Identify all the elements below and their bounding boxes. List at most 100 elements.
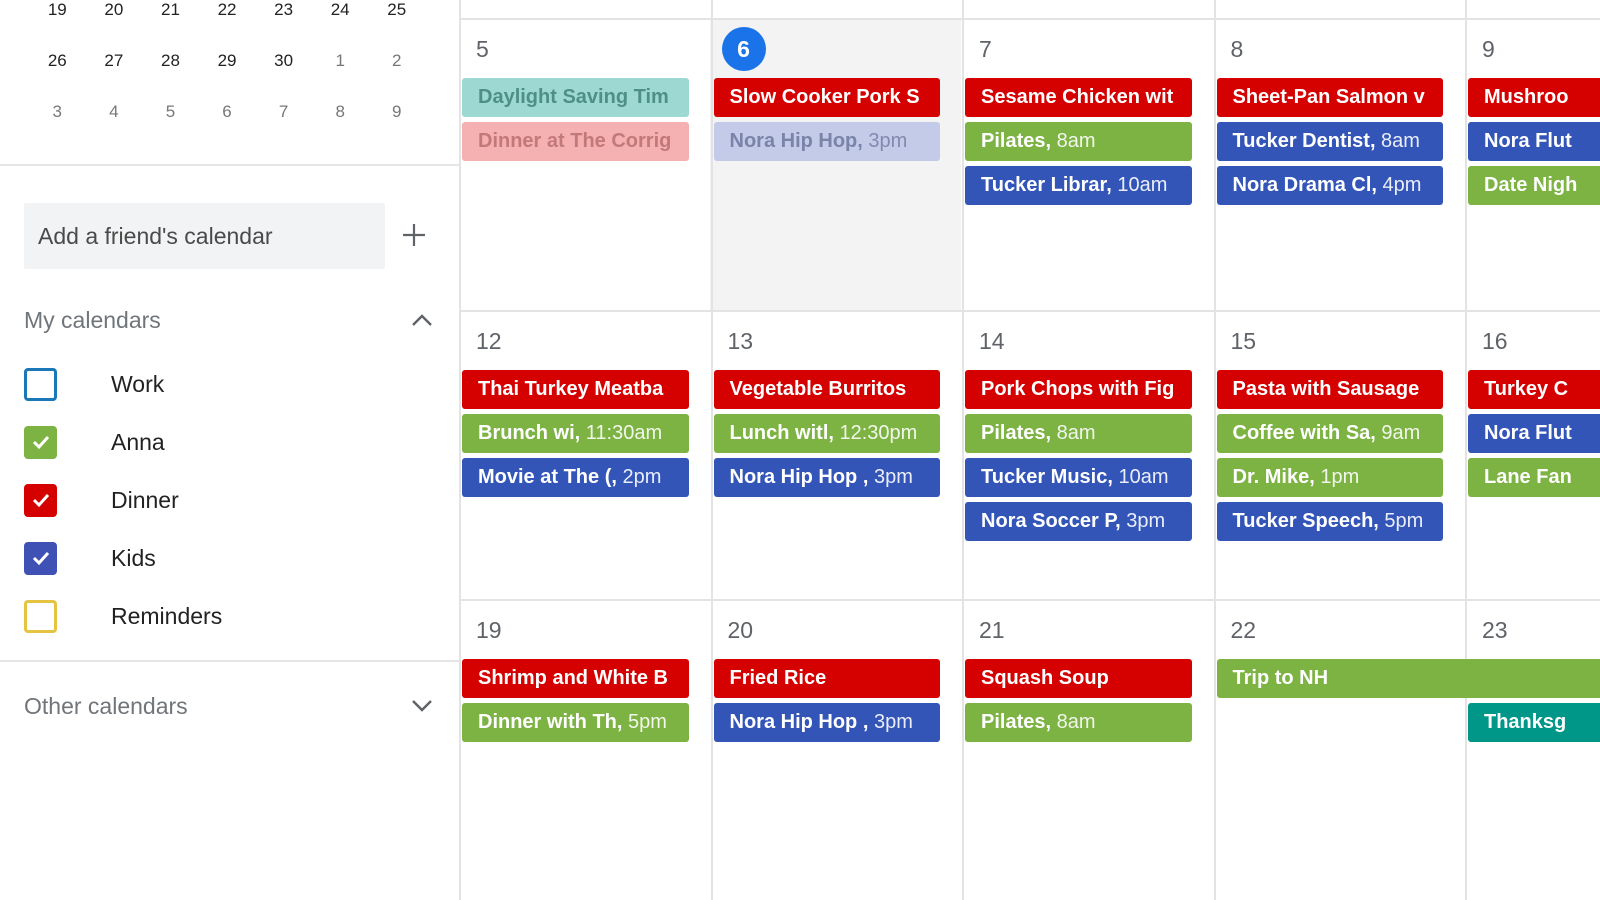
- calendar-event[interactable]: Nora Soccer P, 3pm: [965, 502, 1192, 541]
- mini-calendar-day[interactable]: 20: [86, 0, 143, 25]
- event-title: Tucker Music,: [981, 466, 1113, 488]
- calendar-event[interactable]: Daylight Saving Tim: [462, 78, 689, 117]
- checkbox-unchecked-icon[interactable]: [24, 599, 57, 633]
- other-calendars-header[interactable]: Other calendars: [24, 688, 434, 724]
- calendar-event[interactable]: Pork Chops with Fig: [965, 370, 1192, 409]
- calendar-event[interactable]: Nora Hip Hop , 3pm: [713, 458, 940, 497]
- day-number[interactable]: 20: [728, 617, 754, 644]
- calendar-event[interactable]: Brunch wi, 11:30am: [462, 414, 689, 453]
- checkbox-checked-icon[interactable]: [24, 425, 57, 459]
- day-number[interactable]: 9: [1482, 36, 1495, 63]
- calendar-event[interactable]: Thanksg: [1468, 703, 1600, 742]
- calendar-item-reminders[interactable]: Reminders: [24, 598, 424, 634]
- add-friend-calendar-input[interactable]: Add a friend's calendar: [24, 203, 385, 269]
- calendar-event[interactable]: Tucker Speech, 5pm: [1216, 502, 1443, 541]
- calendar-event[interactable]: Lunch witl, 12:30pm: [713, 414, 940, 453]
- event-time: 3pm: [868, 711, 913, 733]
- calendar-event[interactable]: Nora Flut: [1468, 414, 1600, 453]
- mini-calendar-day[interactable]: 30: [255, 46, 312, 76]
- mini-calendar-day[interactable]: 1: [312, 46, 369, 76]
- calendar-event[interactable]: Shrimp and White B: [462, 659, 689, 698]
- event-title: Vegetable Burritos: [729, 378, 907, 400]
- calendar-item-dinner[interactable]: Dinner: [24, 482, 424, 518]
- calendar-label: Work: [111, 370, 165, 397]
- mini-calendar-day[interactable]: 4: [86, 97, 143, 127]
- day-number[interactable]: 5: [476, 36, 489, 63]
- calendar-event[interactable]: Dr. Mike, 1pm: [1216, 458, 1443, 497]
- calendar-event[interactable]: Coffee with Sa, 9am: [1216, 414, 1443, 453]
- calendar-event[interactable]: Thai Turkey Meatba: [462, 370, 689, 409]
- mini-calendar-day[interactable]: 22: [199, 0, 256, 25]
- event-time: 3pm: [868, 466, 913, 488]
- calendar-event[interactable]: Pilates, 8am: [965, 703, 1192, 742]
- mini-calendar-day[interactable]: 2: [368, 46, 425, 76]
- calendar-item-anna[interactable]: Anna: [24, 424, 424, 460]
- day-number[interactable]: 19: [476, 617, 502, 644]
- mini-calendar-day[interactable]: 6: [199, 97, 256, 127]
- mini-calendar-day[interactable]: 3: [29, 97, 86, 127]
- chevron-up-icon[interactable]: [410, 308, 434, 332]
- calendar-event[interactable]: Pilates, 8am: [965, 414, 1192, 453]
- event-title: Nora Flut: [1484, 130, 1572, 152]
- mini-calendar-day[interactable]: 25: [368, 0, 425, 25]
- calendar-event[interactable]: Slow Cooker Pork S: [713, 78, 940, 117]
- calendar-item-work[interactable]: Work: [24, 366, 424, 402]
- mini-calendar-day[interactable]: 28: [142, 46, 199, 76]
- mini-calendar-day[interactable]: 5: [142, 97, 199, 127]
- calendar-event[interactable]: Pilates, 8am: [965, 122, 1192, 161]
- day-number[interactable]: 7: [979, 36, 992, 63]
- calendar-event[interactable]: Nora Hip Hop, 3pm: [713, 122, 940, 161]
- sidebar: 19 20 21 22 23 24 25 26 27 28 29 30 1 2 3 4 5 6 7 8 9 Add a …: [0, 0, 459, 900]
- checkbox-unchecked-icon[interactable]: [24, 367, 57, 401]
- calendar-event[interactable]: Sheet-Pan Salmon v: [1216, 78, 1443, 117]
- checkbox-checked-icon[interactable]: [24, 483, 57, 517]
- chevron-down-icon[interactable]: [410, 694, 434, 718]
- plus-icon[interactable]: [400, 221, 428, 249]
- calendar-event[interactable]: Vegetable Burritos: [713, 370, 940, 409]
- event-time: 5pm: [622, 711, 667, 733]
- calendar-event[interactable]: Movie at The (, 2pm: [462, 458, 689, 497]
- day-number[interactable]: 8: [1231, 36, 1244, 63]
- calendar-event[interactable]: Squash Soup: [965, 659, 1192, 698]
- today-date-badge[interactable]: 6: [721, 27, 766, 71]
- calendar-event[interactable]: Trip to NH: [1216, 659, 1600, 698]
- day-number[interactable]: 22: [1231, 617, 1257, 644]
- mini-calendar-day[interactable]: 27: [86, 46, 143, 76]
- mini-calendar-day[interactable]: 29: [199, 46, 256, 76]
- calendar-event[interactable]: Lane Fan: [1468, 458, 1600, 497]
- mini-calendar-day[interactable]: 19: [29, 0, 86, 25]
- checkbox-checked-icon[interactable]: [24, 541, 57, 575]
- mini-calendar-day[interactable]: 9: [368, 97, 425, 127]
- day-number[interactable]: 13: [728, 328, 754, 355]
- calendar-event[interactable]: Mushroo: [1468, 78, 1600, 117]
- calendar-event[interactable]: Dinner at The Corrig: [462, 122, 689, 161]
- mini-calendar-day[interactable]: 24: [312, 0, 369, 25]
- calendar-event[interactable]: Fried Rice: [713, 659, 940, 698]
- calendar-event[interactable]: Turkey C: [1468, 370, 1600, 409]
- day-number[interactable]: 21: [979, 617, 1005, 644]
- calendar-item-kids[interactable]: Kids: [24, 540, 424, 576]
- calendar-event[interactable]: Dinner with Th, 5pm: [462, 703, 689, 742]
- calendar-event[interactable]: Tucker Librar, 10am: [965, 166, 1192, 205]
- day-number[interactable]: 15: [1231, 328, 1257, 355]
- calendar-event[interactable]: Tucker Dentist, 8am: [1216, 122, 1443, 161]
- calendar-event[interactable]: Tucker Music, 10am: [965, 458, 1192, 497]
- mini-calendar-day[interactable]: 23: [255, 0, 312, 25]
- event-title: Thai Turkey Meatba: [478, 378, 664, 400]
- calendar-event[interactable]: Nora Hip Hop , 3pm: [713, 703, 940, 742]
- calendar-event[interactable]: Pasta with Sausage: [1216, 370, 1443, 409]
- event-title: Nora Drama Cl,: [1232, 174, 1378, 196]
- mini-calendar-day[interactable]: 21: [142, 0, 199, 25]
- mini-calendar-day[interactable]: 8: [312, 97, 369, 127]
- mini-calendar-day[interactable]: 7: [255, 97, 312, 127]
- calendar-event[interactable]: Nora Drama Cl, 4pm: [1216, 166, 1443, 205]
- day-number[interactable]: 12: [476, 328, 502, 355]
- mini-calendar-day[interactable]: 26: [29, 46, 86, 76]
- day-number[interactable]: 14: [979, 328, 1005, 355]
- my-calendars-header[interactable]: My calendars: [24, 302, 434, 338]
- day-number[interactable]: 16: [1482, 328, 1508, 355]
- day-number[interactable]: 23: [1482, 617, 1508, 644]
- calendar-event[interactable]: Sesame Chicken wit: [965, 78, 1192, 117]
- calendar-event[interactable]: Date Nigh: [1468, 166, 1600, 205]
- calendar-event[interactable]: Nora Flut: [1468, 122, 1600, 161]
